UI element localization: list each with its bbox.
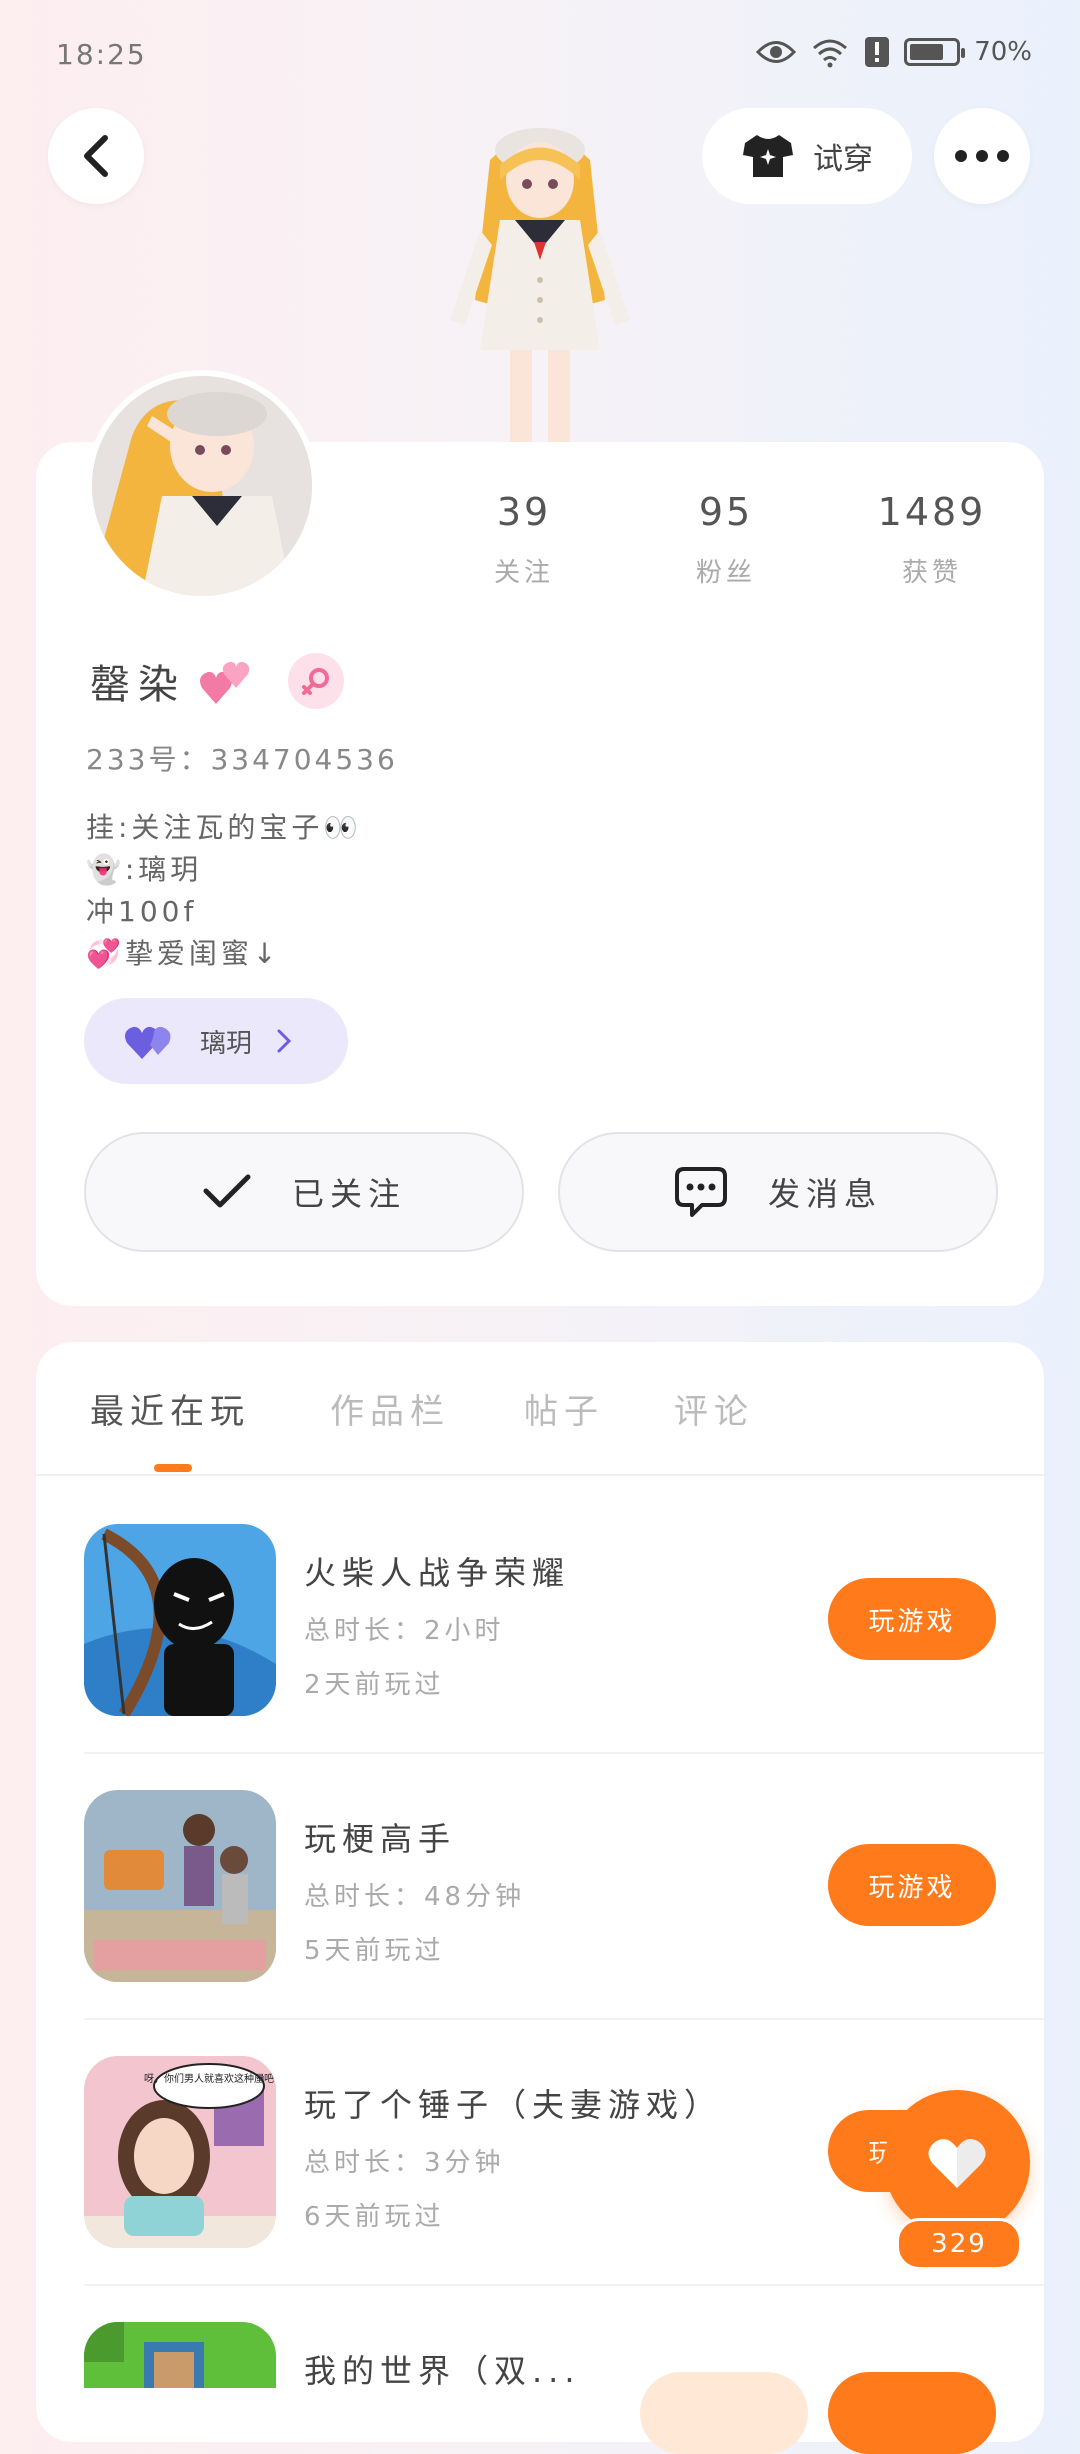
username: 罄染 bbox=[90, 662, 186, 708]
followed-label: 已关注 bbox=[291, 1175, 406, 1213]
like-button[interactable] bbox=[884, 2090, 1030, 2236]
game-icon-stickman[interactable] bbox=[84, 1524, 276, 1716]
game-duration: 总时长：48分钟 bbox=[304, 1882, 526, 1912]
shirt-icon bbox=[743, 135, 793, 177]
game-title: 我的世界（双... bbox=[304, 2352, 581, 2390]
game-last-played: 5天前玩过 bbox=[304, 1936, 445, 1966]
game-last-played: 6天前玩过 bbox=[304, 2202, 445, 2232]
chat-bubble-icon bbox=[674, 1167, 727, 1217]
avatar-image bbox=[92, 376, 312, 596]
back-button[interactable] bbox=[48, 108, 144, 204]
stat-likes[interactable]: 1489 获赞 bbox=[852, 490, 1012, 589]
game-duration: 总时长：3分钟 bbox=[304, 2148, 505, 2178]
minecraft-game-art bbox=[84, 2322, 276, 2388]
row-divider bbox=[84, 2284, 1044, 2286]
likes-received-count: 1489 bbox=[877, 490, 987, 534]
play-game-button-partial[interactable] bbox=[828, 2372, 996, 2454]
eye-icon bbox=[756, 41, 797, 63]
like-count-badge: 329 bbox=[896, 2218, 1022, 2270]
stat-following[interactable]: 39 关注 bbox=[444, 490, 604, 589]
more-button[interactable] bbox=[934, 108, 1030, 204]
avatar[interactable] bbox=[86, 370, 318, 602]
following-label: 关注 bbox=[493, 558, 554, 588]
game-icon-couple-game[interactable]: 呀，你们男人就喜欢这种屋吧 bbox=[84, 2056, 276, 2248]
try-on-button[interactable]: 试穿 bbox=[702, 108, 912, 204]
active-tab-indicator bbox=[154, 1464, 192, 1472]
back-arrow-icon bbox=[84, 135, 108, 177]
followers-count: 95 bbox=[698, 490, 754, 534]
following-count: 39 bbox=[496, 490, 552, 534]
wifi-icon bbox=[813, 39, 848, 68]
row-divider bbox=[84, 2018, 1044, 2020]
game-icon-meme-master[interactable] bbox=[84, 1790, 276, 1982]
send-message-label: 发消息 bbox=[767, 1175, 882, 1213]
tab-posts[interactable]: 帖子 bbox=[524, 1384, 604, 1433]
tab-comments[interactable]: 评论 bbox=[674, 1384, 754, 1433]
secondary-button-partial[interactable] bbox=[640, 2372, 808, 2454]
likes-received-label: 获赞 bbox=[901, 558, 962, 588]
play-game-button[interactable]: 玩游戏 bbox=[828, 1578, 996, 1660]
couple-game-art: 呀，你们男人就喜欢这种屋吧 bbox=[84, 2056, 276, 2248]
female-gender-badge bbox=[288, 653, 344, 709]
game-icon-minecraft[interactable] bbox=[84, 2322, 276, 2388]
alert-icon bbox=[865, 37, 890, 67]
bio-line-3: 冲100f bbox=[86, 895, 198, 928]
game-title: 玩了个锤子（夫妻游戏） bbox=[304, 2086, 723, 2124]
game-icon-caption: 呀，你们男人就喜欢这种屋吧 bbox=[144, 2072, 274, 2085]
bestie-link[interactable]: 璃玥 bbox=[84, 998, 348, 1084]
bio-line-2: 👻:璃玥 bbox=[86, 853, 203, 886]
followers-label: 粉丝 bbox=[695, 558, 756, 588]
username-row: 罄染 bbox=[90, 652, 344, 710]
bio-line-4: 💞挚爱闺蜜↓ bbox=[86, 937, 281, 970]
tab-recently-played[interactable]: 最近在玩 bbox=[90, 1384, 250, 1433]
tab-works[interactable]: 作品栏 bbox=[330, 1384, 450, 1433]
heart-icon bbox=[928, 2139, 986, 2188]
chevron-right-icon bbox=[277, 1029, 292, 1053]
double-heart-icon bbox=[125, 1026, 171, 1059]
checkmark-icon bbox=[203, 1174, 251, 1208]
bio-line-1: 挂:关注瓦的宝子👀 bbox=[86, 811, 363, 844]
user-id: 233号：334704536 bbox=[86, 743, 398, 776]
character-illustration[interactable] bbox=[430, 120, 650, 450]
battery-text: 70% bbox=[974, 37, 1032, 67]
status-time: 18:25 bbox=[56, 38, 147, 71]
status-icons: 70% bbox=[756, 36, 1032, 68]
female-symbol-icon bbox=[302, 668, 329, 695]
game-title: 玩梗高手 bbox=[304, 1820, 457, 1858]
tab-divider bbox=[36, 1474, 1044, 1476]
more-dots-icon bbox=[955, 150, 1009, 162]
stat-followers[interactable]: 95 粉丝 bbox=[646, 490, 806, 589]
stickman-game-art bbox=[84, 1524, 276, 1716]
try-on-label: 试穿 bbox=[813, 142, 873, 177]
game-last-played: 2天前玩过 bbox=[304, 1670, 445, 1700]
row-divider bbox=[84, 1752, 1044, 1754]
play-game-button[interactable]: 玩游戏 bbox=[828, 1844, 996, 1926]
game-title: 火柴人战争荣耀 bbox=[304, 1554, 571, 1592]
meme-game-art bbox=[84, 1790, 276, 1982]
send-message-button[interactable]: 发消息 bbox=[558, 1132, 998, 1252]
bestie-name: 璃玥 bbox=[200, 1028, 253, 1059]
battery-icon bbox=[904, 38, 966, 66]
hearts-icon bbox=[200, 661, 250, 704]
game-duration: 总时长：2小时 bbox=[304, 1616, 505, 1646]
followed-button[interactable]: 已关注 bbox=[84, 1132, 524, 1252]
